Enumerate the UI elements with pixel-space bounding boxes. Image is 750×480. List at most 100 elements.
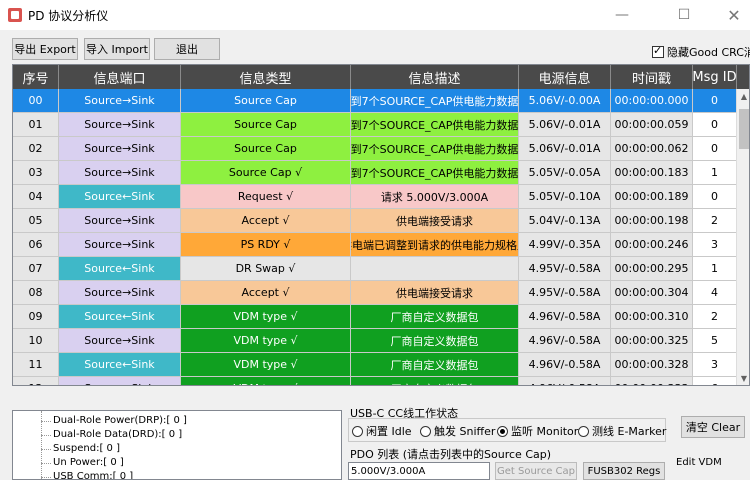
cell-type: VDM type √ xyxy=(181,329,351,353)
table-row[interactable]: 02Source→SinkSource Cap收到7个SOURCE_CAP供电能… xyxy=(13,137,749,161)
column-header-port[interactable]: 信息端口 xyxy=(59,65,181,89)
radio-empty-icon[interactable] xyxy=(352,425,363,437)
tree-item[interactable]: USB Comm:[ 0 ] xyxy=(53,471,133,479)
cell-time: 00:00:00.325 xyxy=(611,329,693,353)
cell-port: Source→Sink xyxy=(59,89,181,113)
cell-type: VDM type √ xyxy=(181,305,351,329)
cell-msgid: 3 xyxy=(693,353,737,377)
cell-power: 5.05V/-0.10A xyxy=(519,185,611,209)
tree-item[interactable]: Un Power:[ 0 ] xyxy=(53,457,124,468)
table-row[interactable]: 06Source→SinkPS RDY √供电端已调整到请求的供电能力规格上4.… xyxy=(13,233,749,257)
title-bar: PD 协议分析仪 — ☐ ✕ xyxy=(0,0,750,30)
cell-index: 10 xyxy=(13,329,59,353)
column-header-time[interactable]: 时间戳 xyxy=(611,65,693,89)
clear-button[interactable]: 清空 Clear xyxy=(681,416,745,438)
edit-vdm-label[interactable]: Edit VDM xyxy=(676,457,722,468)
cell-time: 00:00:00.183 xyxy=(611,161,693,185)
cell-desc: 收到7个SOURCE_CAP供电能力数据包 xyxy=(351,161,519,185)
cell-time: 00:00:00.328 xyxy=(611,353,693,377)
close-button[interactable]: ✕ xyxy=(712,0,750,30)
window-title: PD 协议分析仪 xyxy=(28,9,109,23)
cell-port: Source→Sink xyxy=(59,161,181,185)
column-header-index[interactable]: 序号 xyxy=(13,65,59,89)
cc-mode-radio-3[interactable]: 测线 E-Marker xyxy=(578,423,666,439)
cell-index: 09 xyxy=(13,305,59,329)
export-button[interactable]: 导出 Export xyxy=(12,38,78,60)
cell-desc: 收到7个SOURCE_CAP供电能力数据包 xyxy=(351,137,519,161)
pdo-list-item[interactable]: 5.000V/3.000A xyxy=(351,466,425,477)
cell-index: 07 xyxy=(13,257,59,281)
cell-time: 00:00:00.198 xyxy=(611,209,693,233)
radio-empty-icon[interactable] xyxy=(420,425,431,437)
cell-desc: 供电端接受请求 xyxy=(351,281,519,305)
column-header-desc[interactable]: 信息描述 xyxy=(351,65,519,89)
pdo-list[interactable]: 5.000V/3.000A xyxy=(348,462,490,480)
capability-tree[interactable]: Dual-Role Power(DRP):[ 0 ] Dual-Role Data… xyxy=(12,410,342,480)
tree-branch-line xyxy=(41,421,51,422)
tree-branch-line xyxy=(41,449,51,450)
table-row[interactable]: 10 Source→Sink VDM type √ 厂商自定义数据包 4.96V/-0.… xyxy=(13,329,749,353)
scroll-up-icon[interactable]: ▲ xyxy=(737,89,749,103)
cell-power: 5.06V/-0.00A xyxy=(519,89,611,113)
radio-empty-icon[interactable] xyxy=(578,425,589,437)
column-header-power[interactable]: 电源信息 xyxy=(519,65,611,89)
cell-time: 00:00:00.000 xyxy=(611,89,693,113)
hide-good-crc-checkbox[interactable]: 隐藏Good CRC消息 xyxy=(652,44,750,60)
tree-item[interactable]: Dual-Role Data(DRD):[ 0 ] xyxy=(53,429,182,440)
table-row[interactable]: 09 Source←Sink VDM type √ 厂商自定义数据包 4.96V/-0.… xyxy=(13,305,749,329)
cell-power: 5.05V/-0.05A xyxy=(519,161,611,185)
cc-mode-radio-2[interactable]: 监听 Monitor xyxy=(497,423,578,439)
table-row[interactable]: 07 Source←Sink DR Swap √ 4.95V/-0.58A 00:00:… xyxy=(13,257,749,281)
table-row[interactable]: 08 Source→Sink Accept √ 供电端接受请求 4.95V/-0.58A… xyxy=(13,281,749,305)
cell-port: Source→Sink xyxy=(59,377,181,385)
cell-port: Source←Sink xyxy=(59,353,181,377)
table-row[interactable]: 12Source→SinkVDM type √厂商自定义数据包4.96V/-0.… xyxy=(13,377,749,385)
minimize-button[interactable]: — xyxy=(600,0,644,30)
cc-mode-radio-0[interactable]: 闲置 Idle xyxy=(352,423,412,439)
table-row[interactable]: 05 Source→Sink Accept √ 供电端接受请求 5.04V/-0.13A… xyxy=(13,209,749,233)
cell-index: 12 xyxy=(13,377,59,385)
cell-power: 4.96V/-0.58A xyxy=(519,353,611,377)
import-button[interactable]: 导入 Import xyxy=(84,38,150,60)
cell-msgid: 4 xyxy=(693,281,737,305)
get-source-cap-button[interactable]: Get Source Cap xyxy=(495,462,577,480)
maximize-button[interactable]: ☐ xyxy=(662,0,706,30)
cell-power: 5.04V/-0.13A xyxy=(519,209,611,233)
cell-time: 00:00:00.246 xyxy=(611,233,693,257)
cell-port: Source→Sink xyxy=(59,137,181,161)
tree-item[interactable]: Suspend:[ 0 ] xyxy=(53,443,120,454)
cell-index: 04 xyxy=(13,185,59,209)
cell-type: Source Cap xyxy=(181,113,351,137)
table-row[interactable]: 00Source→SinkSource Cap收到7个SOURCE_CAP供电能… xyxy=(13,89,749,113)
tree-item[interactable]: Dual-Role Power(DRP):[ 0 ] xyxy=(53,415,187,426)
table-row[interactable]: 04 Source←Sink Request √ 请求 5.000V/3.000A 5.… xyxy=(13,185,749,209)
message-table[interactable]: 序号 信息端口 信息类型 信息描述 电源信息 时间戳 Msg ID 00 Source→Sin… xyxy=(12,64,750,386)
table-row[interactable]: 01Source→SinkSource Cap收到7个SOURCE_CAP供电能… xyxy=(13,113,749,137)
cell-power: 4.96V/-0.58A xyxy=(519,329,611,353)
cc-mode-radio-1[interactable]: 触发 Sniffer xyxy=(420,423,495,439)
cell-port: Source→Sink xyxy=(59,209,181,233)
column-header-msgid[interactable]: Msg ID xyxy=(693,65,737,89)
cell-desc: 请求 5.000V/3.000A xyxy=(351,185,519,209)
table-row[interactable]: 03Source→SinkSource Cap √收到7个SOURCE_CAP供… xyxy=(13,161,749,185)
cell-index: 03 xyxy=(13,161,59,185)
cell-index: 08 xyxy=(13,281,59,305)
column-header-type[interactable]: 信息类型 xyxy=(181,65,351,89)
exit-button[interactable]: 退出 xyxy=(154,38,220,60)
radio-selected-icon[interactable] xyxy=(497,425,508,437)
vertical-scrollbar[interactable]: ▲ ▼ xyxy=(736,89,749,385)
cell-port: Source←Sink xyxy=(59,185,181,209)
cell-type: Source Cap √ xyxy=(181,161,351,185)
fusb302-regs-button[interactable]: FUSB302 Regs xyxy=(583,462,665,480)
cell-time: 00:00:00.059 xyxy=(611,113,693,137)
checkbox-checked-icon[interactable] xyxy=(652,44,664,58)
cell-time: 00:00:00.333 xyxy=(611,377,693,385)
scroll-down-icon[interactable]: ▼ xyxy=(737,371,749,385)
table-row[interactable]: 11 Source←Sink VDM type √ 厂商自定义数据包 4.96V/-0.… xyxy=(13,353,749,377)
cell-port: Source←Sink xyxy=(59,305,181,329)
cell-type: VDM type √ xyxy=(181,377,351,385)
scroll-thumb[interactable] xyxy=(739,109,749,149)
cc-mode-label: 闲置 Idle xyxy=(366,425,412,438)
cell-type: VDM type √ xyxy=(181,353,351,377)
cell-index: 11 xyxy=(13,353,59,377)
